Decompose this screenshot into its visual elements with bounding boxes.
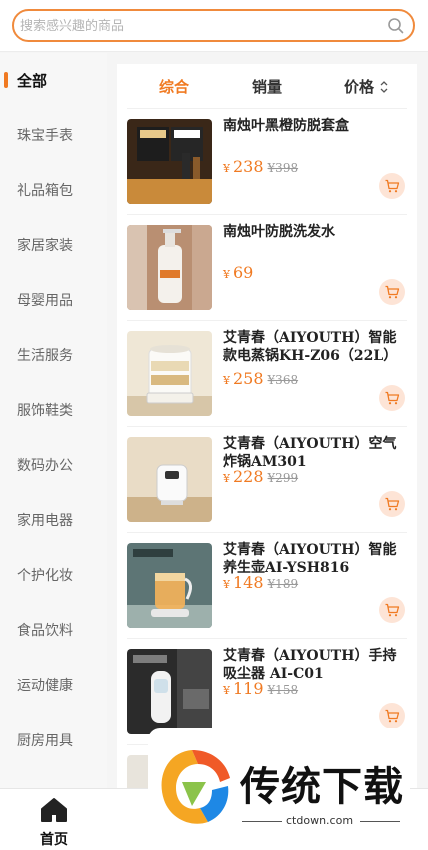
currency-symbol: ¥: [223, 162, 230, 175]
category-sports-health[interactable]: 运动健康: [0, 665, 107, 705]
category-label: 母婴用品: [17, 293, 73, 309]
original-price: ¥189: [267, 577, 299, 591]
search-icon[interactable]: [386, 16, 406, 36]
sort-sales[interactable]: 销量: [252, 76, 282, 97]
category-life-services[interactable]: 生活服务: [0, 335, 107, 375]
add-to-cart-button[interactable]: [379, 597, 405, 623]
price-value: 238: [233, 157, 264, 176]
category-appliances[interactable]: 家用电器: [0, 500, 107, 540]
category-label: 家用电器: [17, 513, 73, 529]
watermark-logo-icon: [161, 750, 230, 824]
add-to-cart-button[interactable]: [379, 173, 405, 199]
original-price: ¥398: [267, 161, 299, 175]
category-label: 个护化妆: [17, 568, 73, 584]
category-label: 生活服务: [17, 348, 73, 364]
price-value: 258: [233, 369, 264, 388]
product-card[interactable]: 南烛叶黑橙防脱套盒 ¥238 ¥398: [117, 109, 417, 215]
product-card[interactable]: 艾青春（AIYOUTH）智能养生壶AI-YSH816 ¥148 ¥189: [117, 533, 417, 639]
add-to-cart-button[interactable]: [379, 279, 405, 305]
top-bar: [0, 0, 428, 52]
product-price: ¥258 ¥368: [223, 369, 298, 388]
category-personal-care[interactable]: 个护化妆: [0, 555, 107, 595]
original-price: ¥299: [267, 471, 299, 485]
category-label: 食品饮料: [17, 623, 73, 639]
product-price: ¥148 ¥189: [223, 573, 298, 592]
price-value: 228: [233, 467, 264, 486]
watermark-overlay: 传统下载 ctdown.com: [148, 728, 410, 850]
search-input[interactable]: [20, 15, 380, 37]
currency-symbol: ¥: [223, 374, 230, 387]
product-title[interactable]: 艾青春（AIYOUTH）智能款电蒸锅KH-Z06（22L）: [223, 329, 403, 365]
category-label: 运动健康: [17, 678, 73, 694]
currency-symbol: ¥: [223, 684, 230, 697]
category-label: 家居家装: [17, 238, 73, 254]
home-icon: [41, 798, 67, 822]
product-price: ¥69: [223, 263, 253, 282]
category-all[interactable]: 全部: [0, 60, 107, 100]
product-title[interactable]: 南烛叶黑橙防脱套盒: [223, 117, 403, 135]
tab-home-label: 首页: [40, 832, 68, 848]
category-label: 数码办公: [17, 458, 73, 474]
cart-icon: [385, 391, 400, 405]
cart-icon: [385, 497, 400, 511]
sort-bar: 综合 销量 价格: [117, 64, 417, 109]
currency-symbol: ¥: [223, 578, 230, 591]
price-value: 148: [233, 573, 264, 592]
watermark-divider: [242, 821, 282, 822]
product-price: ¥238 ¥398: [223, 157, 298, 176]
price-value: 69: [233, 263, 254, 282]
category-kitchenware[interactable]: 厨房用具: [0, 720, 107, 760]
category-home-furnishing[interactable]: 家居家装: [0, 225, 107, 265]
product-title[interactable]: 艾青春（AIYOUTH）空气炸锅AM301: [223, 435, 403, 471]
watermark-brand: 传统下载: [240, 764, 404, 810]
product-title[interactable]: 艾青春（AIYOUTH）手持吸尘器 AI-C01: [223, 647, 403, 683]
category-gifts-bags[interactable]: 礼品箱包: [0, 170, 107, 210]
cart-icon: [385, 709, 400, 723]
category-food-drinks[interactable]: 食品饮料: [0, 610, 107, 650]
product-image[interactable]: [127, 119, 212, 204]
add-to-cart-button[interactable]: [379, 703, 405, 729]
add-to-cart-button[interactable]: [379, 385, 405, 411]
product-card[interactable]: 艾青春（AIYOUTH）智能款电蒸锅KH-Z06（22L） ¥258 ¥368: [117, 321, 417, 427]
product-title[interactable]: 南烛叶防脱洗发水: [223, 223, 403, 241]
tab-home[interactable]: 首页: [22, 795, 86, 848]
product-image[interactable]: [127, 543, 212, 628]
category-digital-office[interactable]: 数码办公: [0, 445, 107, 485]
currency-symbol: ¥: [223, 268, 230, 281]
category-label: 全部: [17, 72, 48, 90]
category-mother-baby[interactable]: 母婴用品: [0, 280, 107, 320]
watermark-url: ctdown.com: [286, 814, 354, 827]
price-value: 119: [233, 679, 264, 698]
sort-composite[interactable]: 综合: [159, 76, 189, 97]
product-card[interactable]: 南烛叶防脱洗发水 ¥69: [117, 215, 417, 321]
original-price: ¥158: [267, 683, 299, 697]
product-title[interactable]: 艾青春（AIYOUTH）智能养生壶AI-YSH816: [223, 541, 403, 577]
cart-icon: [385, 179, 400, 193]
category-label: 珠宝手表: [17, 128, 73, 144]
watermark-divider: [360, 821, 400, 822]
product-image[interactable]: [127, 225, 212, 310]
product-image[interactable]: [127, 331, 212, 416]
category-jewelry-watches[interactable]: 珠宝手表: [0, 115, 107, 155]
search-box[interactable]: [12, 9, 415, 42]
category-apparel-shoes[interactable]: 服饰鞋类: [0, 390, 107, 430]
original-price: ¥368: [267, 373, 299, 387]
sort-price[interactable]: 价格: [344, 76, 374, 97]
cart-icon: [385, 603, 400, 617]
product-price: ¥228 ¥299: [223, 467, 298, 486]
category-label: 厨房用具: [17, 733, 73, 749]
category-sidebar: 全部 珠宝手表 礼品箱包 家居家装 母婴用品 生活服务 服饰鞋类 数码办公 家用…: [0, 53, 107, 850]
product-image[interactable]: [127, 437, 212, 522]
product-image[interactable]: [127, 649, 212, 734]
currency-symbol: ¥: [223, 472, 230, 485]
category-label: 礼品箱包: [17, 183, 73, 199]
category-label: 服饰鞋类: [17, 403, 73, 419]
product-price: ¥119 ¥158: [223, 679, 298, 698]
product-card[interactable]: 艾青春（AIYOUTH）空气炸锅AM301 ¥228 ¥299: [117, 427, 417, 533]
add-to-cart-button[interactable]: [379, 491, 405, 517]
cart-icon: [385, 285, 400, 299]
sort-arrows-icon[interactable]: [380, 80, 388, 94]
